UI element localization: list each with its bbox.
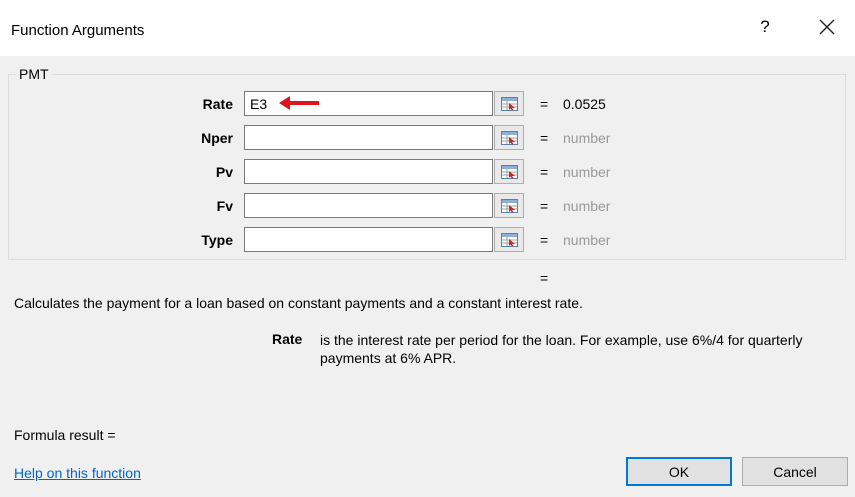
argument-result: 0.0525: [563, 96, 606, 112]
equals-sign: =: [540, 232, 549, 248]
help-button[interactable]: ?: [755, 17, 775, 37]
collapse-dialog-button[interactable]: [494, 193, 524, 218]
argument-row-fv: Fv = number: [0, 193, 855, 220]
range-select-icon: [501, 165, 518, 179]
annotation-arrow-icon: [279, 96, 319, 110]
argument-label: Fv: [216, 198, 233, 214]
function-result: =: [540, 270, 549, 286]
collapse-dialog-button[interactable]: [494, 159, 524, 184]
argument-help-text: is the interest rate per period for the …: [320, 332, 803, 366]
argument-result: number: [563, 232, 611, 248]
pv-input[interactable]: [244, 159, 493, 184]
argument-help-name: Rate: [272, 331, 303, 347]
cancel-button[interactable]: Cancel: [742, 457, 848, 486]
dialog-title: Function Arguments: [11, 22, 145, 39]
argument-row-pv: Pv = number: [0, 159, 855, 186]
title-bar: Function Arguments ?: [0, 0, 855, 56]
range-select-icon: [501, 233, 518, 247]
argument-label: Pv: [215, 164, 233, 180]
collapse-dialog-button[interactable]: [494, 91, 524, 116]
range-select-icon: [501, 97, 518, 111]
argument-result: number: [563, 164, 611, 180]
function-description: Calculates the payment for a loan based …: [14, 295, 583, 311]
argument-row-rate: Rate = 0.0525: [0, 91, 855, 118]
function-arguments-dialog: Function Arguments ? PMT Rate = 0.0525 N…: [0, 0, 855, 497]
help-on-function-link[interactable]: Help on this function: [14, 465, 141, 481]
argument-label: Type: [201, 232, 233, 248]
close-button[interactable]: [815, 15, 839, 39]
close-icon: [819, 19, 835, 35]
collapse-dialog-button[interactable]: [494, 125, 524, 150]
nper-input[interactable]: [244, 125, 493, 150]
argument-result: number: [563, 198, 611, 214]
collapse-dialog-button[interactable]: [494, 227, 524, 252]
argument-row-nper: Nper = number: [0, 125, 855, 152]
range-select-icon: [501, 131, 518, 145]
equals-sign: =: [540, 130, 549, 146]
formula-result-label: Formula result =: [14, 427, 116, 443]
range-select-icon: [501, 199, 518, 213]
argument-label: Nper: [201, 130, 233, 146]
fv-input[interactable]: [244, 193, 493, 218]
type-input[interactable]: [244, 227, 493, 252]
equals-sign: =: [540, 198, 549, 214]
equals-sign: =: [540, 164, 549, 180]
argument-row-type: Type = number: [0, 227, 855, 254]
argument-label: Rate: [202, 96, 233, 112]
function-name: PMT: [16, 66, 52, 82]
equals-sign: =: [540, 96, 549, 112]
ok-button[interactable]: OK: [626, 457, 732, 486]
argument-result: number: [563, 130, 611, 146]
